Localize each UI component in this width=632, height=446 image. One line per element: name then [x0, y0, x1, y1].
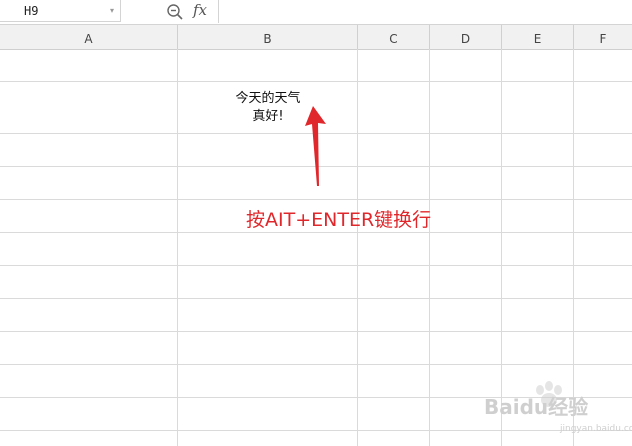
column-header-b[interactable]: B — [178, 25, 358, 49]
row-divider — [0, 364, 632, 365]
column-divider — [429, 49, 430, 446]
column-header-d[interactable]: D — [430, 25, 502, 49]
watermark-brand-text: Bai — [484, 395, 520, 419]
annotation-text: 按AIT+ENTER键换行 — [246, 209, 432, 231]
formula-bar: H9 ▾ fx — [0, 0, 632, 25]
column-header-f[interactable]: F — [574, 25, 632, 49]
zoom-icon[interactable] — [166, 3, 184, 21]
row-divider — [0, 298, 632, 299]
fx-icon[interactable]: fx — [193, 1, 207, 19]
watermark-suffix: 经验 — [548, 395, 589, 419]
column-header-e[interactable]: E — [502, 25, 574, 49]
row-divider — [0, 265, 632, 266]
formula-input[interactable] — [218, 0, 632, 23]
column-header-a[interactable]: A — [0, 25, 178, 49]
column-header-row: A B C D E F — [0, 25, 632, 50]
name-box[interactable]: H9 ▾ — [0, 0, 121, 22]
chevron-down-icon[interactable]: ▾ — [110, 5, 119, 17]
row-divider — [0, 232, 632, 233]
column-header-c[interactable]: C — [358, 25, 430, 49]
row-divider — [0, 199, 632, 200]
row-divider — [0, 430, 632, 431]
row-divider — [0, 331, 632, 332]
row-divider — [0, 81, 632, 82]
arrow-icon — [305, 106, 326, 186]
watermark-brand: Baidu经验 — [484, 395, 589, 419]
watermark-url: jingyan.baidu.com — [560, 424, 632, 434]
name-box-value: H9 — [24, 4, 39, 18]
